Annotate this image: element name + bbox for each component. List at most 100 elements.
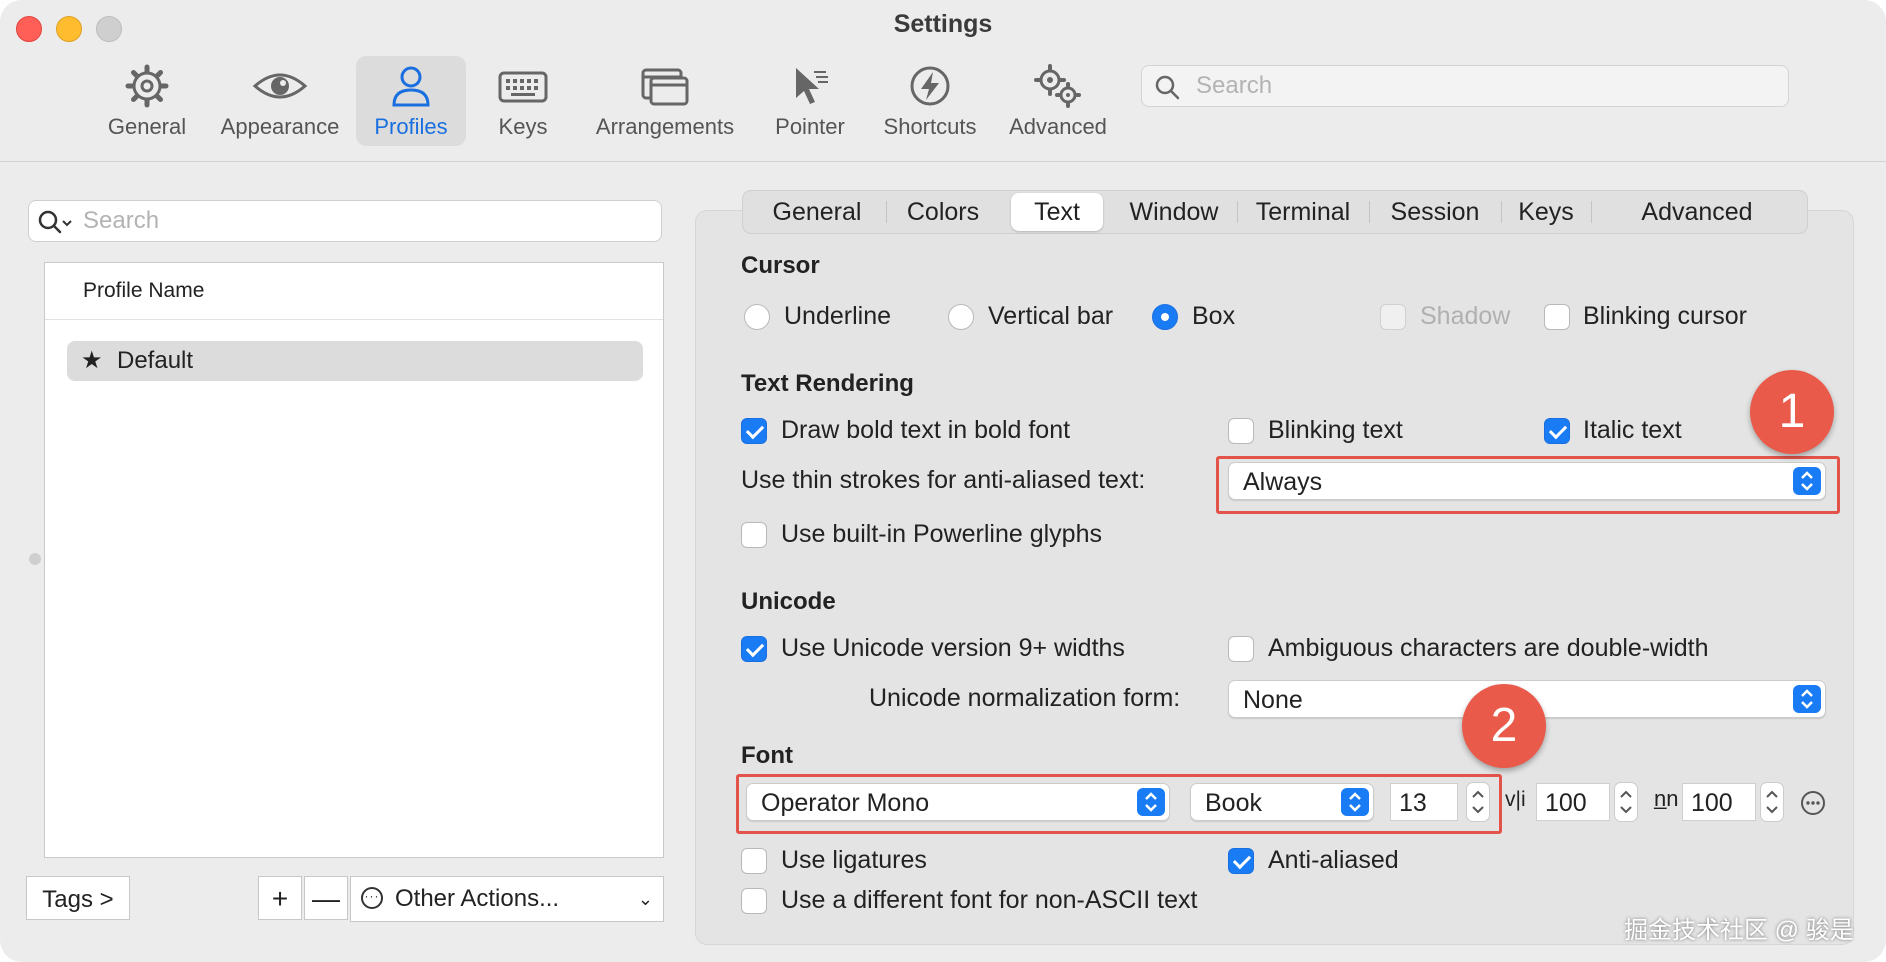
horizontal-spacing-stepper[interactable]: [1614, 782, 1638, 822]
checkbox-blinking-text[interactable]: [1228, 418, 1254, 444]
profile-name: Default: [117, 347, 194, 374]
radio-box[interactable]: [1152, 304, 1178, 330]
tab-text[interactable]: Text: [1011, 193, 1103, 231]
label-normalization: Unicode normalization form:: [869, 684, 1181, 712]
toolbar-item-appearance[interactable]: Appearance: [210, 56, 350, 146]
radio-underline[interactable]: [744, 304, 770, 330]
annotation-badge-2: 2: [1462, 684, 1546, 768]
label-thin-strokes: Use thin strokes for anti-aliased text:: [741, 466, 1146, 494]
column-header-profile-name: Profile Name: [83, 279, 205, 302]
toolbar-search: [1141, 65, 1789, 107]
label-underline: Underline: [784, 302, 892, 330]
toolbar-item-arrangements[interactable]: Arrangements: [584, 56, 746, 146]
vertical-spacing-icon: n̲n: [1654, 786, 1679, 811]
checkbox-unicode-version9[interactable]: [741, 636, 767, 662]
other-actions-button[interactable]: ··· Other Actions... ⌄: [350, 876, 664, 922]
label-box: Box: [1192, 302, 1236, 330]
remove-profile-button[interactable]: —: [304, 876, 348, 920]
section-title-text-rendering: Text Rendering: [741, 370, 914, 397]
star-icon: ★: [81, 347, 103, 374]
section-title-unicode: Unicode: [741, 588, 836, 615]
toolbar-item-general[interactable]: General: [98, 56, 196, 146]
chevron-down-icon: ⌄: [637, 889, 653, 909]
toolbar-item-pointer[interactable]: Pointer: [762, 56, 858, 146]
profile-row-default[interactable]: ★ Default: [67, 341, 643, 381]
section-title-cursor: Cursor: [741, 252, 820, 279]
add-profile-button[interactable]: +: [258, 876, 302, 920]
gears-icon: [1034, 64, 1081, 108]
toolbar-label: General: [107, 114, 187, 139]
checkbox-ambiguous-double-width[interactable]: [1228, 636, 1254, 662]
profile-search-input[interactable]: [81, 205, 655, 237]
annotation-badge-1: 1: [1750, 370, 1834, 454]
label-italic-text: Italic text: [1583, 416, 1682, 444]
annotation-highlight-font: [736, 774, 1502, 834]
vertical-spacing-input[interactable]: 100: [1682, 783, 1756, 821]
windows-icon: [641, 68, 689, 106]
checkbox-draw-bold[interactable]: [741, 418, 767, 444]
toolbar-item-shortcuts[interactable]: Shortcuts: [872, 56, 988, 146]
label-draw-bold: Draw bold text in bold font: [781, 416, 1071, 444]
search-icon: [1155, 75, 1180, 100]
person-icon: [392, 66, 430, 107]
profile-tabs: General Colors Text Window Terminal Sess…: [742, 190, 1808, 234]
titlebar: Settings General Appearance Profiles Key…: [0, 0, 1886, 162]
toolbar-label: Pointer: [775, 114, 845, 139]
watermark: 掘金技术社区 @ 骏是: [1624, 917, 1854, 944]
profile-search: [28, 200, 662, 242]
tab-window[interactable]: Window: [1115, 191, 1233, 233]
label-blinking-text: Blinking text: [1268, 416, 1403, 444]
checkbox-anti-aliased[interactable]: [1228, 848, 1254, 874]
vertical-spacing-stepper[interactable]: [1760, 782, 1784, 822]
label-powerline: Use built-in Powerline glyphs: [781, 520, 1102, 548]
label-unicode-version9: Use Unicode version 9+ widths: [781, 634, 1125, 662]
label-ligatures: Use ligatures: [781, 846, 927, 874]
toolbar-item-advanced[interactable]: Advanced: [1002, 56, 1114, 146]
tab-general[interactable]: General: [751, 191, 883, 233]
label-non-ascii-font: Use a different font for non-ASCII text: [781, 886, 1198, 914]
search-icon: [38, 210, 72, 234]
label-anti-aliased: Anti-aliased: [1268, 846, 1399, 874]
tab-colors[interactable]: Colors: [889, 191, 997, 233]
checkbox-non-ascii-font[interactable]: [741, 888, 767, 914]
tab-session[interactable]: Session: [1373, 191, 1497, 233]
label-ambiguous-double-width: Ambiguous characters are double-width: [1268, 634, 1709, 662]
tab-advanced[interactable]: Advanced: [1595, 191, 1799, 233]
normalization-value: None: [1243, 686, 1303, 714]
keyboard-icon: [498, 71, 548, 103]
checkbox-italic-text[interactable]: [1544, 418, 1570, 444]
label-shadow: Shadow: [1420, 302, 1511, 330]
pointer-icon: [796, 68, 828, 104]
label-blinking-cursor: Blinking cursor: [1583, 302, 1747, 330]
toolbar-item-keys[interactable]: Keys: [480, 56, 566, 146]
toolbar-label: Arrangements: [595, 114, 735, 139]
split-resize-handle[interactable]: [29, 553, 41, 565]
horizontal-spacing-input[interactable]: 100: [1536, 783, 1610, 821]
label-vertical-bar: Vertical bar: [988, 302, 1114, 330]
tags-button[interactable]: Tags >: [26, 876, 130, 920]
settings-window: Settings General Appearance Profiles Key…: [0, 0, 1886, 962]
profile-list-header[interactable]: Profile Name: [45, 263, 663, 320]
section-title-font: Font: [741, 742, 793, 769]
checkbox-blinking-cursor[interactable]: [1544, 304, 1570, 330]
tab-keys[interactable]: Keys: [1505, 191, 1587, 233]
annotation-highlight-thin-strokes: [1216, 456, 1840, 514]
tab-terminal[interactable]: Terminal: [1241, 191, 1365, 233]
radio-vertical-bar[interactable]: [948, 304, 974, 330]
checkbox-ligatures[interactable]: [741, 848, 767, 874]
toolbar-label: Shortcuts: [883, 114, 977, 139]
toolbar-label: Profiles: [374, 114, 448, 139]
toolbar-search-input[interactable]: [1194, 70, 1778, 102]
toolbar-label: Keys: [498, 114, 548, 139]
other-actions-label: Other Actions...: [395, 885, 560, 912]
eye-icon: [252, 73, 308, 99]
toolbar-label: Advanced: [1009, 114, 1107, 139]
more-options-icon[interactable]: [1800, 790, 1826, 816]
checkbox-powerline[interactable]: [741, 522, 767, 548]
gear-icon: [125, 64, 169, 108]
toolbar-label: Appearance: [220, 114, 340, 139]
horizontal-spacing-icon: v|i: [1505, 788, 1526, 811]
more-icon: ···: [361, 887, 383, 909]
checkbox-shadow: [1380, 304, 1406, 330]
toolbar-item-profiles[interactable]: Profiles: [356, 56, 466, 146]
